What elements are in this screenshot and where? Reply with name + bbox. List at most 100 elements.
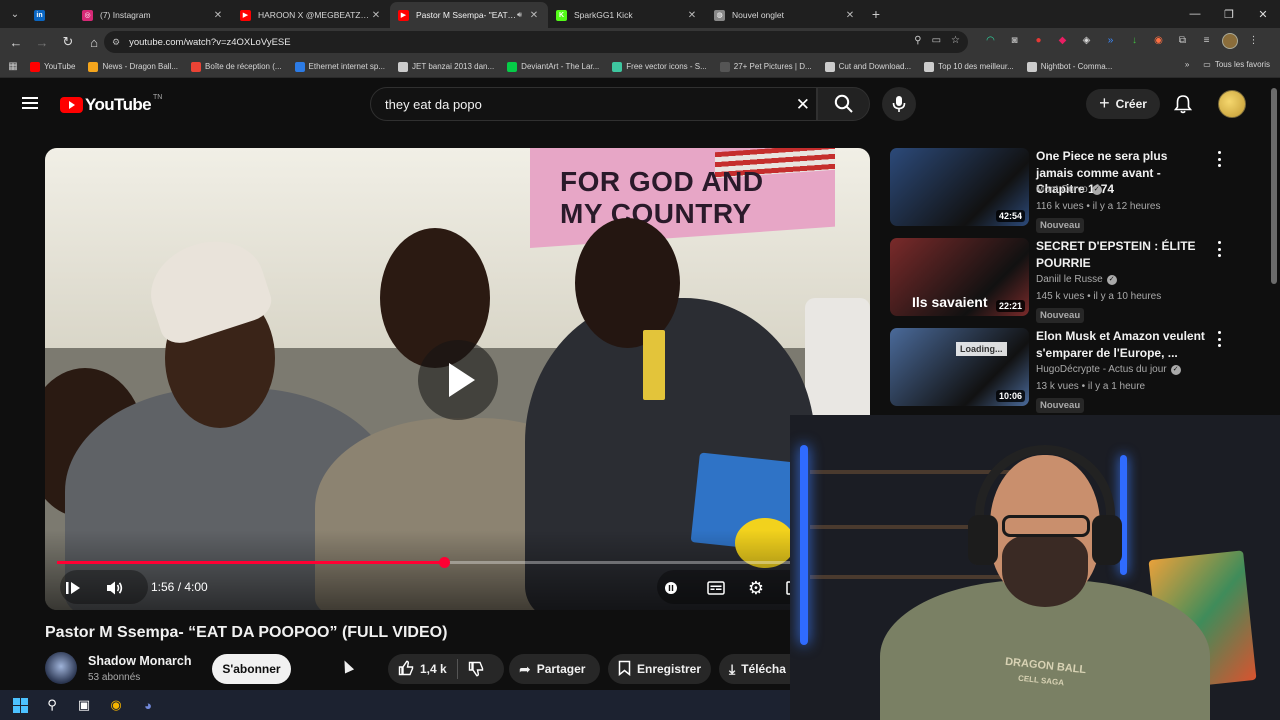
recommended-channel[interactable]: Daniil le Russe ✓	[1036, 274, 1117, 285]
video-thumbnail[interactable]: Ils savaient 22:21	[890, 238, 1029, 316]
more-options-icon[interactable]	[1214, 241, 1224, 257]
thumbs-up-icon[interactable]	[398, 660, 414, 679]
new-tab-button[interactable]: +	[864, 6, 888, 22]
recommended-channel[interactable]: Mont Corvo ✓	[1036, 184, 1102, 195]
recommended-video[interactable]: 42:54 One Piece ne sera plus jamais comme…	[890, 148, 1230, 233]
extension-icon[interactable]: ↓	[1126, 32, 1143, 49]
recommended-video[interactable]: Ils savaient 22:21 SECRET D'EPSTEIN : ÉLIT…	[890, 238, 1230, 323]
create-button[interactable]: + Créer	[1086, 89, 1160, 119]
bookmark-item[interactable]: 27+ Pet Pictures | D...	[719, 61, 812, 72]
taskbar-search-icon[interactable]: ⚲	[42, 695, 62, 715]
browser-tab[interactable]: ▶ Pastor M Ssempa- "EAT DA 🔊︎ ✕	[390, 2, 548, 28]
browser-menu-icon[interactable]: ⋮	[1245, 32, 1262, 49]
recommended-channel[interactable]: HugoDécrypte - Actus du jour ✓	[1036, 364, 1181, 375]
share-button[interactable]: ➦ Partager	[509, 654, 600, 684]
bookmark-item[interactable]: Nightbot - Comma...	[1026, 61, 1112, 72]
menu-icon[interactable]	[22, 97, 38, 109]
extension-icon[interactable]: ●	[1030, 32, 1047, 49]
like-count[interactable]: 1,4 k	[420, 662, 447, 676]
thumbs-down-icon[interactable]	[468, 661, 484, 677]
video-thumbnail[interactable]: 42:54	[890, 148, 1029, 226]
task-view-icon[interactable]: ▣	[74, 695, 94, 715]
close-window-icon[interactable]: ✕	[1246, 0, 1280, 28]
bookmark-item[interactable]: Boîte de réception (...	[191, 61, 282, 72]
browser-tab[interactable]: ◍ Nouvel onglet ✕	[706, 2, 864, 28]
recommended-video[interactable]: Loading... 10:06 Elon Musk et Amazon veule…	[890, 328, 1230, 413]
progress-bar[interactable]	[57, 557, 858, 568]
extension-icon[interactable]: ◉	[1150, 32, 1167, 49]
bookmark-item[interactable]: YouTube	[30, 61, 76, 72]
video-player[interactable]: FOR GOD AND MY COUNTRY 1:56 / 4:00 ⚙	[45, 148, 870, 610]
more-bookmarks-icon[interactable]: »	[1185, 60, 1189, 69]
close-tab-icon[interactable]: ✕	[528, 10, 540, 21]
more-options-icon[interactable]	[1214, 331, 1224, 347]
all-bookmarks-folder[interactable]: ▭ Tous les favoris	[1203, 60, 1270, 69]
extension-icon[interactable]: ◆	[1054, 32, 1071, 49]
play-icon[interactable]	[62, 577, 84, 599]
close-tab-icon[interactable]: ✕	[212, 10, 224, 21]
maximize-icon[interactable]: ❐	[1212, 0, 1246, 28]
subscribe-button[interactable]: S'abonner	[212, 654, 291, 684]
home-icon[interactable]: ⌂	[82, 30, 106, 54]
extension-icon[interactable]: ◙	[1006, 32, 1023, 49]
save-button[interactable]: Enregistrer	[608, 654, 711, 684]
search-button[interactable]	[817, 87, 870, 121]
browser-tab[interactable]: in	[26, 2, 74, 28]
recommended-title[interactable]: Elon Musk et Amazon veulent s'emparer de…	[1036, 328, 1206, 361]
bookmark-item[interactable]: Ethernet internet sp...	[294, 61, 385, 72]
tab-audio-icon[interactable]: 🔊︎	[517, 10, 522, 20]
back-icon[interactable]: ←	[4, 30, 28, 54]
apps-grid-icon[interactable]: ▦	[0, 61, 26, 72]
cast-icon[interactable]: ▭	[932, 35, 941, 46]
bookmark-item[interactable]: Free vector icons - S...	[612, 61, 707, 72]
browser-tab[interactable]: K SparkGG1 Kick ✕	[548, 2, 706, 28]
minimize-icon[interactable]: —	[1178, 0, 1212, 28]
extensions-puzzle-icon[interactable]: ⧉	[1174, 32, 1191, 49]
extension-icon[interactable]: ◈	[1078, 32, 1095, 49]
reload-icon[interactable]: ↻	[56, 30, 80, 54]
address-bar[interactable]: ⚙ youtube.com/watch?v=z4OXLoVyESE ⚲ ▭ ☆	[104, 31, 968, 53]
clear-search-icon[interactable]: ✕	[796, 95, 810, 115]
chrome-taskbar-icon[interactable]: ◉	[106, 695, 126, 715]
page-scrollbar[interactable]	[1271, 88, 1277, 284]
zoom-icon[interactable]: ⚲	[914, 35, 921, 46]
bookmark-item[interactable]: JET banzai 2013 dan...	[398, 61, 494, 72]
more-options-icon[interactable]	[1214, 151, 1224, 167]
bell-icon	[1173, 95, 1193, 114]
site-info-icon[interactable]: ⚙	[112, 37, 120, 48]
voice-search-button[interactable]	[882, 87, 916, 121]
tab-search-button[interactable]: ⌄	[4, 4, 26, 24]
bookmark-item[interactable]: News - Dragon Ball...	[88, 61, 178, 72]
video-duration: 42:54	[995, 210, 1025, 222]
bookmark-star-icon[interactable]: ☆	[951, 35, 960, 46]
search-input[interactable]: they eat da popo ✕	[370, 87, 817, 121]
volume-icon[interactable]	[104, 577, 126, 599]
notifications-button[interactable]	[1173, 94, 1193, 119]
windows-start-icon[interactable]	[10, 695, 30, 715]
browser-tab[interactable]: ▶ HAROON X @MEGBEATZ - Hat ✕	[232, 2, 390, 28]
video-thumbnail[interactable]: Loading... 10:06	[890, 328, 1029, 406]
settings-gear-icon[interactable]: ⚙	[745, 577, 767, 599]
close-tab-icon[interactable]: ✕	[844, 10, 856, 21]
browser-tab[interactable]: ◎ (7) Instagram ✕	[74, 2, 232, 28]
account-avatar[interactable]	[1218, 90, 1246, 118]
extension-icon[interactable]: »	[1102, 32, 1119, 49]
extension-icon[interactable]: ◠	[982, 32, 999, 49]
subtitles-icon[interactable]	[705, 577, 727, 599]
profile-avatar[interactable]	[1222, 32, 1238, 49]
bookmark-item[interactable]: Top 10 des meilleur...	[924, 61, 1014, 72]
autoplay-toggle-icon[interactable]	[660, 577, 682, 599]
recommended-title[interactable]: SECRET D'EPSTEIN : ÉLITE POURRIE	[1036, 238, 1206, 271]
bookmark-item[interactable]: Cut and Download...	[824, 61, 911, 72]
bookmark-label: YouTube	[44, 62, 76, 71]
youtube-logo[interactable]: YouTube TN	[60, 94, 162, 115]
close-tab-icon[interactable]: ✕	[686, 10, 698, 21]
close-tab-icon[interactable]: ✕	[370, 10, 382, 21]
bookmark-item[interactable]: DeviantArt - The Lar...	[507, 61, 599, 72]
channel-avatar[interactable]	[45, 652, 77, 684]
forward-icon[interactable]: →	[30, 30, 54, 54]
discord-taskbar-icon[interactable]: ◕	[138, 695, 158, 715]
big-play-button[interactable]	[418, 340, 498, 420]
channel-name[interactable]: Shadow Monarch	[88, 654, 191, 668]
reading-list-icon[interactable]: ≡	[1198, 32, 1215, 49]
